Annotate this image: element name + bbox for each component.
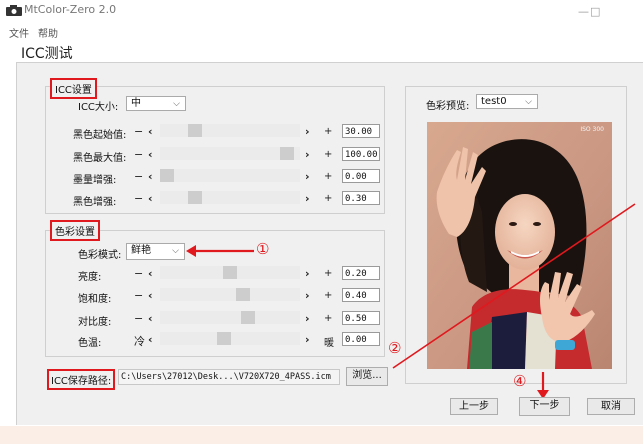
increase-label: +: [324, 313, 333, 324]
chevron-right-icon[interactable]: ›: [305, 267, 310, 280]
page-title: ICC测试: [21, 46, 73, 62]
icc-size-value: 中: [131, 98, 141, 109]
annotation-four: ④: [513, 372, 527, 390]
decrease-label: −: [134, 289, 144, 302]
slider-label: 饱和度:: [78, 294, 112, 305]
decrease-label: −: [134, 267, 144, 280]
chevron-right-icon[interactable]: ›: [305, 312, 310, 325]
color-preview-select[interactable]: test0 ⌵: [476, 94, 538, 109]
slider-thumb[interactable]: [235, 288, 250, 301]
value-field[interactable]: 0.00: [342, 169, 380, 183]
prev-button[interactable]: 上一步: [450, 398, 498, 415]
chevron-left-icon[interactable]: ‹: [148, 148, 153, 161]
chevron-left-icon[interactable]: ‹: [148, 192, 153, 205]
decrease-label: 冷: [134, 335, 145, 348]
annotation-line: [392, 203, 636, 369]
slider-label: 黑色起始值:: [73, 130, 127, 141]
footer-strip: [0, 426, 643, 444]
chevron-left-icon[interactable]: ‹: [148, 170, 153, 183]
slider-track[interactable]: [160, 311, 300, 324]
increase-label: +: [324, 126, 333, 137]
chevron-right-icon[interactable]: ›: [305, 192, 310, 205]
chevron-left-icon[interactable]: ‹: [148, 125, 153, 138]
minimize-button[interactable]: —: [578, 5, 589, 18]
value-field[interactable]: 30.00: [342, 124, 380, 138]
annotation-arrow-left: [186, 245, 254, 257]
slider-thumb[interactable]: [216, 332, 231, 345]
slider-track[interactable]: [160, 191, 300, 204]
slider-thumb[interactable]: [240, 311, 255, 324]
value-field[interactable]: 100.00: [342, 147, 380, 161]
slider-thumb[interactable]: [223, 266, 237, 279]
slider-label: 色温:: [78, 338, 102, 349]
icc-size-label: ICC大小:: [78, 102, 119, 113]
decrease-label: −: [134, 312, 144, 325]
value-field[interactable]: 0.50: [342, 311, 380, 325]
slider-label: 亮度:: [78, 272, 102, 283]
icc-size-select[interactable]: 中 ⌵: [126, 96, 186, 111]
slider-thumb[interactable]: [187, 191, 202, 204]
slider-thumb[interactable]: [160, 169, 174, 182]
camera-icon: [6, 5, 22, 16]
slider-thumb[interactable]: [187, 124, 202, 137]
cancel-button[interactable]: 取消: [587, 398, 635, 415]
chevron-down-icon: ⌵: [172, 246, 179, 256]
color-preview-value: test0: [481, 96, 507, 107]
value-field[interactable]: 0.30: [342, 191, 380, 205]
color-mode-value: 鲜艳: [131, 245, 151, 256]
icc-settings-label: ICC设置: [50, 78, 97, 99]
annotation-arrow-down: [537, 372, 549, 399]
chevron-right-icon[interactable]: ›: [305, 289, 310, 302]
icc-path-label: ICC保存路径:: [47, 369, 116, 390]
slider-label: 黑色增强:: [73, 197, 117, 208]
decrease-label: −: [134, 125, 144, 138]
increase-label: 暖: [324, 338, 334, 349]
browse-button[interactable]: 浏览...: [346, 367, 388, 386]
increase-label: +: [324, 268, 333, 279]
slider-label: 墨量增强:: [73, 175, 117, 186]
color-preview-label: 色彩预览:: [426, 101, 470, 112]
annotation-one: ①: [256, 240, 270, 258]
slider-track[interactable]: [160, 124, 300, 137]
slider-thumb[interactable]: [279, 147, 294, 160]
slider-track[interactable]: [160, 288, 300, 301]
chevron-right-icon[interactable]: ›: [305, 125, 310, 138]
chevron-down-icon: ⌵: [173, 99, 180, 109]
slider-label: 黑色最大值:: [73, 153, 127, 164]
color-settings-label: 色彩设置: [50, 220, 100, 241]
next-button[interactable]: 下一步: [519, 397, 570, 416]
menu-file[interactable]: 文件: [9, 25, 29, 40]
chevron-down-icon: ⌵: [525, 97, 532, 107]
increase-label: +: [324, 193, 333, 204]
window-title: MtColor-Zero 2.0: [24, 3, 117, 16]
preview-watermark: ISO 300: [580, 126, 604, 133]
increase-label: +: [324, 171, 333, 182]
chevron-left-icon[interactable]: ‹: [148, 333, 153, 346]
color-mode-select[interactable]: 鲜艳 ⌵: [126, 243, 185, 260]
increase-label: +: [324, 149, 333, 160]
chevron-left-icon[interactable]: ‹: [148, 267, 153, 280]
decrease-label: −: [134, 170, 144, 183]
value-field[interactable]: 0.20: [342, 266, 380, 280]
decrease-label: −: [134, 148, 144, 161]
maximize-button[interactable]: □: [590, 5, 600, 18]
value-field[interactable]: 0.40: [342, 288, 380, 302]
chevron-right-icon[interactable]: ›: [305, 333, 310, 346]
chevron-right-icon[interactable]: ›: [305, 148, 310, 161]
icc-path-field[interactable]: C:\Users\27012\Desk...\V720X720_4PASS.ic…: [118, 369, 340, 385]
chevron-right-icon[interactable]: ›: [305, 170, 310, 183]
slider-label: 对比度:: [78, 317, 112, 328]
increase-label: +: [324, 290, 333, 301]
chevron-left-icon[interactable]: ‹: [148, 289, 153, 302]
slider-track[interactable]: [160, 169, 300, 182]
color-mode-label: 色彩模式:: [78, 250, 122, 261]
menu-help[interactable]: 帮助: [38, 25, 58, 40]
value-field[interactable]: 0.00: [342, 332, 380, 346]
decrease-label: −: [134, 192, 144, 205]
chevron-left-icon[interactable]: ‹: [148, 312, 153, 325]
